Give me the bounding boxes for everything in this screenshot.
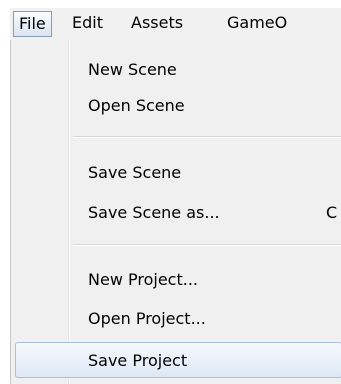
menu-file[interactable]: File: [13, 11, 52, 37]
application-window: File Edit Assets GameO New Scene Open Sc…: [0, 0, 341, 384]
menu-bar: File Edit Assets GameO: [10, 8, 341, 41]
menu-item-label: New Scene: [88, 60, 177, 79]
menu-separator: [73, 136, 341, 138]
menu-item-label: Save Scene: [88, 163, 182, 182]
menu-item-label: Open Scene: [88, 96, 185, 115]
menu-item-save-scene-as[interactable]: Save Scene as... C: [15, 195, 341, 231]
menu-separator: [73, 244, 341, 246]
menu-item-open-scene[interactable]: Open Scene: [15, 88, 341, 124]
menu-gameobject[interactable]: GameO: [227, 11, 287, 35]
menu-item-label: Save Project: [88, 351, 188, 370]
menu-item-label: Open Project...: [88, 309, 206, 328]
menu-item-new-scene[interactable]: New Scene: [15, 52, 341, 88]
menu-item-open-project[interactable]: Open Project...: [15, 301, 341, 337]
menu-assets[interactable]: Assets: [131, 11, 183, 35]
menu-item-label: Save Scene as...: [88, 203, 220, 222]
menu-item-shortcut: C: [326, 203, 338, 222]
menu-item-save-project[interactable]: Save Project: [15, 342, 341, 378]
menu-edit[interactable]: Edit: [72, 11, 103, 35]
menu-item-save-scene[interactable]: Save Scene: [15, 155, 341, 191]
menu-item-label: New Project...: [88, 270, 198, 289]
menu-item-new-project[interactable]: New Project...: [15, 262, 341, 298]
file-menu-dropdown: New Scene Open Scene Save Scene Save Sce…: [10, 40, 341, 384]
